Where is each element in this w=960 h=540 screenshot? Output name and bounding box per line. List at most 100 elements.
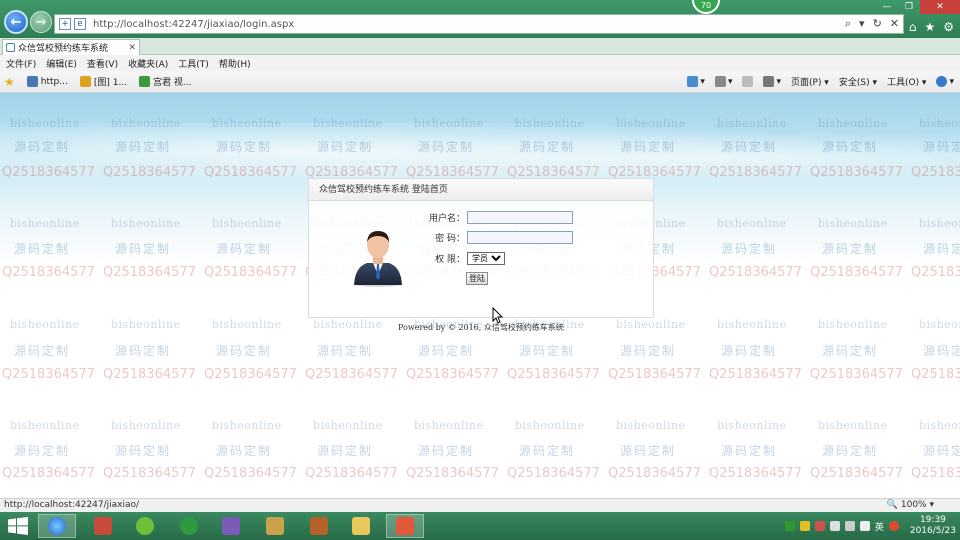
taskbar-app-7[interactable]: [300, 514, 338, 538]
stop-icon[interactable]: ✕: [890, 17, 899, 31]
login-title: 众信驾校预约练车系统 登陆首页: [309, 179, 653, 201]
close-window-button[interactable]: ✕: [920, 0, 960, 14]
status-bar: http://localhost:42247/jiaxiao/ 🔍 100% ▾: [0, 498, 960, 512]
mail-command[interactable]: [742, 76, 754, 87]
taskbar-app-3[interactable]: [126, 514, 164, 538]
menu-tools[interactable]: 工具(T): [178, 57, 209, 70]
window-controls: — ❐ ✕: [876, 0, 960, 14]
taskbar-app-4[interactable]: [170, 514, 208, 538]
minimize-button[interactable]: —: [876, 0, 898, 14]
tab-close-icon[interactable]: ✕: [128, 43, 136, 53]
watermark-text: bisheonline: [717, 217, 787, 230]
system-tray: 英 19:39 2016/5/23: [784, 512, 956, 540]
back-button[interactable]: ←: [4, 10, 28, 34]
app-icon: [222, 517, 240, 535]
favorites-star-button[interactable]: ★: [4, 75, 15, 89]
favorite-item-3[interactable]: 宫君 视...: [139, 75, 191, 88]
menu-file[interactable]: 文件(F): [6, 57, 36, 70]
mail-icon: [742, 76, 754, 87]
watermark-text: Q2518364577: [911, 265, 960, 280]
watermark-text: 源码定制: [317, 444, 374, 458]
settings-gear-icon[interactable]: ⚙: [943, 20, 954, 34]
role-select[interactable]: 学员: [467, 252, 505, 265]
watermark-text: 源码定制: [822, 242, 879, 256]
address-bar[interactable]: + e http://localhost:42247/jiaxiao/login…: [54, 14, 904, 34]
ie-icon: [48, 517, 66, 535]
watermark-text: Q2518364577: [608, 466, 701, 481]
tray-icon[interactable]: [784, 521, 795, 531]
watermark-text: 源码定制: [620, 444, 677, 458]
sogou-icon[interactable]: [888, 521, 899, 531]
menu-bar: 文件(F) 编辑(E) 查看(V) 收藏夹(A) 工具(T) 帮助(H): [0, 55, 960, 71]
address-tools: ⌕ ▾ ↻ ✕: [845, 17, 899, 31]
watermark-text: bisheonline: [818, 217, 888, 230]
watermark-text: bisheonline: [818, 419, 888, 432]
watermark-text: 源码定制: [216, 344, 273, 358]
watermark-text: 源码定制: [216, 444, 273, 458]
image-icon: [26, 76, 38, 87]
watermark-text: Q2518364577: [204, 367, 297, 382]
menu-view[interactable]: 查看(V): [87, 57, 118, 70]
windows-start-icon[interactable]: [8, 517, 28, 535]
login-panel: 众信驾校预约练车系统 登陆首页 用户名： 密 码： 权 限： 学员 登陆: [308, 178, 654, 318]
taskbar-app-2[interactable]: [84, 514, 122, 538]
tools-menu[interactable]: 工具(O) ▾: [887, 75, 927, 88]
watermark-text: Q2518364577: [507, 466, 600, 481]
taskbar-clock[interactable]: 19:39 2016/5/23: [910, 515, 956, 537]
taskbar-explorer[interactable]: [342, 514, 380, 538]
taskbar-ie[interactable]: [38, 514, 76, 538]
help-command[interactable]: ▾: [936, 76, 954, 87]
favorite-item-1[interactable]: http...: [26, 76, 68, 87]
watermark-text: 源码定制: [519, 344, 576, 358]
tab-login[interactable]: 众信驾校预约练车系统 ✕: [2, 39, 140, 55]
print-command[interactable]: ▾: [763, 76, 781, 87]
tray-icon[interactable]: [814, 521, 825, 531]
login-button[interactable]: 登陆: [466, 272, 488, 285]
address-text[interactable]: http://localhost:42247/jiaxiao/login.asp…: [93, 19, 294, 30]
home-command[interactable]: ▾: [687, 76, 705, 87]
password-input[interactable]: [467, 231, 573, 244]
app-icon: [396, 517, 414, 535]
network-icon[interactable]: [844, 521, 855, 531]
browser-titlebar: ← → 70 + e http://localhost:42247/jiaxia…: [0, 0, 960, 38]
forward-arrow-icon: →: [35, 14, 47, 30]
taskbar-app-5[interactable]: [212, 514, 250, 538]
favorite-item-2[interactable]: [图] 1...: [79, 75, 127, 88]
tray-icon[interactable]: [829, 521, 840, 531]
taskbar-app-6[interactable]: [256, 514, 294, 538]
search-icon[interactable]: ⌕: [845, 17, 851, 31]
username-input[interactable]: [467, 211, 573, 224]
refresh-icon[interactable]: ↻: [873, 17, 882, 31]
app-icon: [310, 517, 328, 535]
watermark-text: Q2518364577: [2, 466, 95, 481]
safety-menu[interactable]: 安全(S) ▾: [839, 75, 877, 88]
watermark-text: bisheonline: [616, 318, 686, 331]
watermark-text: bisheonline: [111, 217, 181, 230]
menu-edit[interactable]: 编辑(E): [46, 57, 77, 70]
user-avatar-icon: [354, 231, 402, 287]
page-icon: +: [59, 18, 71, 30]
watermark-text: Q2518364577: [305, 367, 398, 382]
volume-icon[interactable]: [859, 521, 870, 531]
update-badge[interactable]: 70: [692, 0, 720, 14]
taskbar-app-9[interactable]: [386, 514, 424, 538]
print-icon: [763, 76, 775, 87]
menu-help[interactable]: 帮助(H): [219, 57, 251, 70]
favorites-star-icon[interactable]: ★: [924, 20, 935, 34]
forward-button[interactable]: →: [30, 11, 52, 33]
restore-button[interactable]: ❐: [898, 0, 920, 14]
help-icon: [936, 76, 948, 87]
ime-indicator[interactable]: 英: [875, 520, 884, 533]
tray-icon[interactable]: [799, 521, 810, 531]
page-menu[interactable]: 页面(P) ▾: [791, 75, 829, 88]
dropdown-icon[interactable]: ▾: [859, 17, 865, 31]
app-icon: [180, 517, 198, 535]
watermark-text: 源码定制: [418, 344, 475, 358]
back-arrow-icon: ←: [10, 14, 22, 30]
home-icon[interactable]: ⌂: [909, 20, 917, 34]
watermark-text: Q2518364577: [810, 367, 903, 382]
page-viewport: bisheonline bisheonline bisheonline bisheon…: [0, 93, 960, 498]
feeds-command[interactable]: ▾: [714, 76, 732, 87]
zoom-level[interactable]: 🔍 100% ▾: [887, 499, 934, 512]
menu-favorites[interactable]: 收藏夹(A): [128, 57, 168, 70]
